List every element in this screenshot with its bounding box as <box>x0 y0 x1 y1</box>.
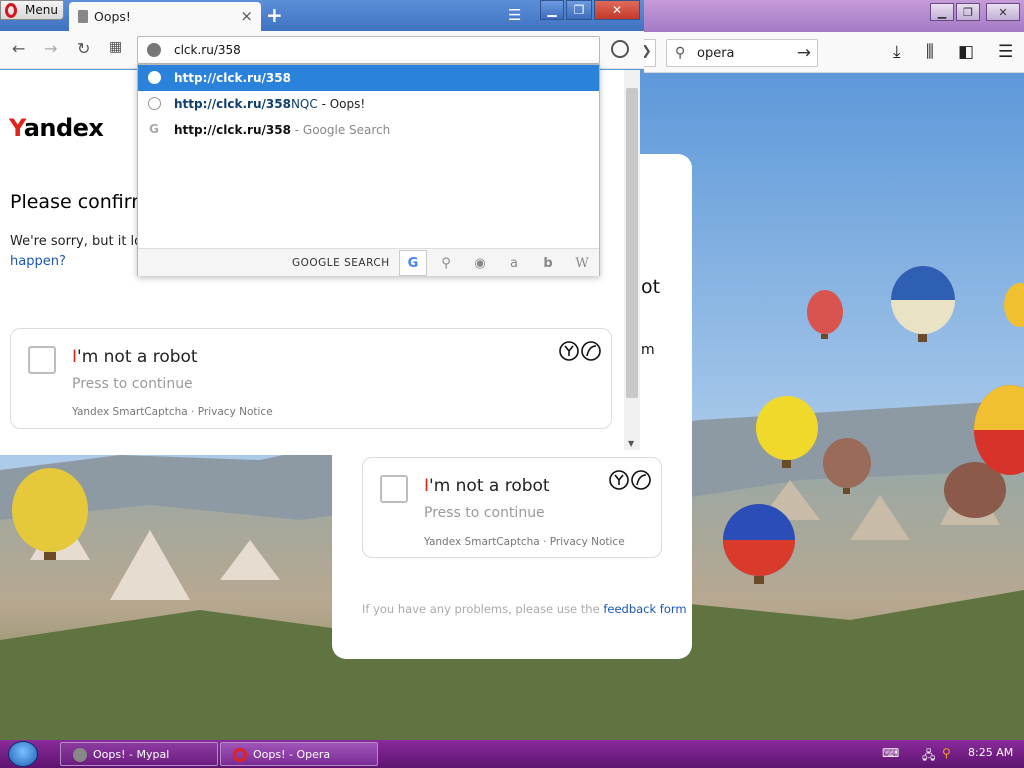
search-engine-bar: GOOGLE SEARCH G ⚲ ◉ a b W <box>138 248 599 276</box>
close-tab-icon[interactable]: × <box>240 7 253 25</box>
tab-title: Oops! <box>94 9 131 24</box>
card-heading-fragment: ot <box>641 276 661 298</box>
taskbar-item-opera[interactable]: Oops! - Opera <box>220 742 378 766</box>
close-button[interactable]: ✕ <box>594 0 640 20</box>
privacy-notice-link[interactable]: Privacy Notice <box>550 536 625 548</box>
account-icon[interactable] <box>611 40 629 58</box>
opera-icon <box>233 748 247 762</box>
keyboard-icon[interactable]: ⌨ <box>882 746 899 760</box>
privacy-notice-link-main[interactable]: Privacy Notice <box>198 406 273 418</box>
taskbar: Oops! - Mypal Oops! - Opera <box>0 740 1024 768</box>
wikipedia-icon[interactable]: W <box>568 250 596 276</box>
mypal-icon <box>73 748 87 762</box>
maximize-button[interactable]: ❐ <box>566 0 592 20</box>
autocomplete-dropdown: http://clck.ru/358 http://clck.ru/358NQC… <box>137 64 600 276</box>
yandex-captcha-logo-icon <box>609 470 651 490</box>
tab-bar: Menu Oops! × + ☰ ▁ ❐ ✕ <box>0 0 644 31</box>
google-search-label[interactable]: GOOGLE SEARCH <box>292 257 390 269</box>
smartcaptcha-link-main[interactable]: Yandex SmartCaptcha <box>72 406 188 418</box>
amazon-icon[interactable]: a <box>500 250 528 276</box>
tab-menu-icon[interactable]: ☰ <box>508 6 521 24</box>
captcha-checkbox-main[interactable] <box>28 346 56 374</box>
bing-icon[interactable]: b <box>534 250 562 276</box>
search-icon[interactable]: ⚲ <box>942 746 951 760</box>
back-arrow-icon[interactable]: ← <box>12 39 25 58</box>
page-heading: Please confirm <box>10 191 150 213</box>
reload-icon[interactable]: ↻ <box>77 39 90 58</box>
duckduckgo-icon[interactable]: ◉ <box>466 250 494 276</box>
google-g-icon: G <box>149 122 159 136</box>
captcha-subtitle-main: Press to continue <box>72 376 193 392</box>
captcha-footer: Yandex SmartCaptcha · Privacy Notice <box>424 536 625 548</box>
address-bar[interactable] <box>137 36 600 64</box>
background-window-titlebar: ▁ ❐ ✕ <box>644 0 1024 32</box>
sidebar-icon[interactable]: ◧ <box>958 42 974 62</box>
feedback-text: If you have any problems, please use the… <box>362 602 687 616</box>
scroll-down-arrow-icon[interactable]: ▼ <box>628 439 634 448</box>
captcha-subtitle: Press to continue <box>424 505 545 521</box>
scrollbar-thumb[interactable] <box>626 88 638 398</box>
opera-logo-icon <box>5 3 17 18</box>
network-icon[interactable]: 🖧 <box>922 746 935 767</box>
feedback-form-link[interactable]: feedback form <box>603 602 686 616</box>
search-field[interactable]: ⚲ opera → <box>666 39 818 67</box>
captcha-title-main: I'm not a robot <box>72 347 198 367</box>
tab-oops[interactable]: Oops! × <box>69 2 261 31</box>
happen-link[interactable]: happen? <box>10 254 66 269</box>
library-icon[interactable]: ⫼ <box>926 42 934 62</box>
captcha-checkbox[interactable] <box>380 475 408 503</box>
card-body-fragment: m <box>641 342 655 358</box>
search-engine-icon[interactable]: ⚲ <box>432 250 460 276</box>
arrow-right-icon[interactable]: → <box>797 43 811 63</box>
page-icon <box>78 10 88 23</box>
globe-icon <box>147 43 161 57</box>
taskbar-item-mypal[interactable]: Oops! - Mypal <box>60 742 218 766</box>
new-tab-button[interactable]: + <box>266 3 283 27</box>
captcha-widget-main: I'm not a robot Press to continue Yandex… <box>10 328 612 429</box>
hamburger-menu-icon[interactable]: ☰ <box>998 42 1013 62</box>
maximize-button[interactable]: ❐ <box>956 3 980 21</box>
search-icon: ⚲ <box>675 45 686 61</box>
speed-dial-grid-icon[interactable]: ▦ <box>109 39 122 55</box>
google-engine-icon[interactable]: G <box>399 250 427 276</box>
suggestion-item[interactable]: http://clck.ru/358NQC - Oops! <box>138 91 599 117</box>
minimize-button[interactable]: ▁ <box>540 0 564 20</box>
search-field-value: opera <box>697 46 735 61</box>
start-button[interactable] <box>8 741 38 767</box>
forward-arrow-icon[interactable]: → <box>44 39 57 58</box>
clock: 8:25 AM <box>968 746 1014 759</box>
opera-menu-button[interactable]: Menu <box>0 0 64 20</box>
captcha-title: I'm not a robot <box>424 476 550 496</box>
yandex-captcha-logo-icon <box>559 341 601 361</box>
yandex-logo: Yandex <box>9 114 104 142</box>
suggestion-item[interactable]: G http://clck.ru/358 - Google Search <box>138 117 599 143</box>
suggestion-item[interactable]: http://clck.ru/358 <box>138 65 599 91</box>
vertical-scrollbar[interactable]: ▼ <box>624 70 640 450</box>
address-input[interactable] <box>174 40 574 60</box>
download-icon[interactable]: ⤓ <box>893 42 901 62</box>
minimize-button[interactable]: ▁ <box>930 3 954 21</box>
globe-icon <box>148 71 161 84</box>
captcha-widget: I'm not a robot Press to continue Yandex… <box>362 457 662 558</box>
close-button[interactable]: ✕ <box>986 3 1020 21</box>
page-body-text: We're sorry, but it loo <box>10 234 151 249</box>
history-clock-icon <box>148 97 161 110</box>
captcha-footer-main: Yandex SmartCaptcha · Privacy Notice <box>72 406 273 418</box>
smartcaptcha-link[interactable]: Yandex SmartCaptcha <box>424 536 540 548</box>
